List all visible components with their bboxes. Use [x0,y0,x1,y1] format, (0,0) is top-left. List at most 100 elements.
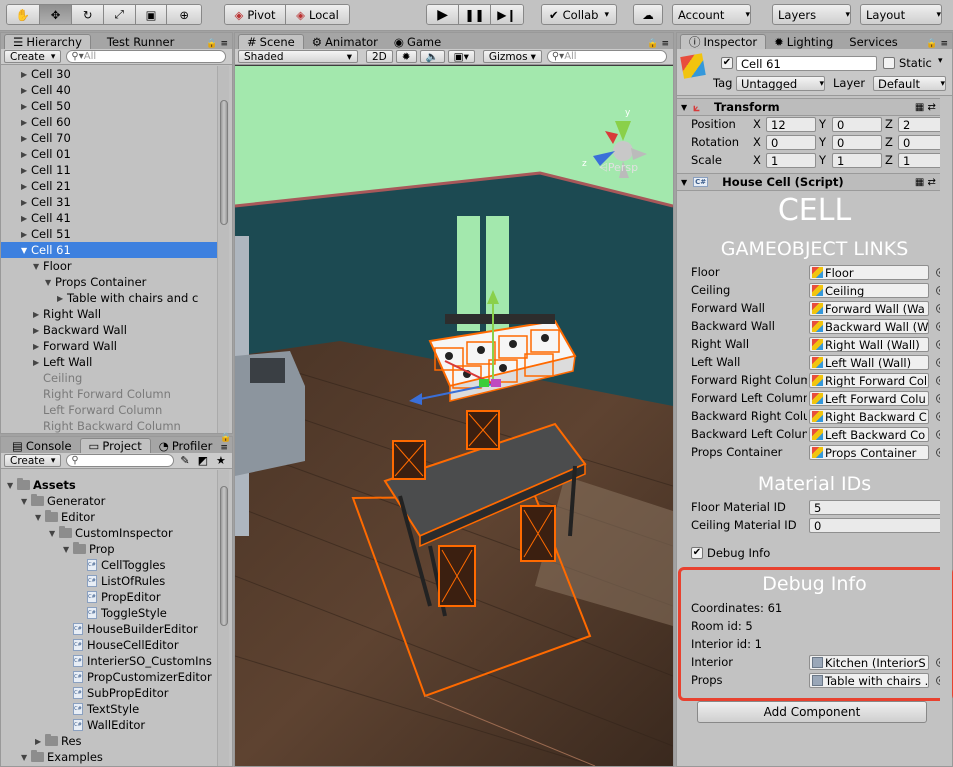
inspector-scrollbar[interactable] [940,96,952,766]
link-object-field[interactable]: Props Container [809,445,929,460]
scale-tool-icon[interactable]: ⤢ [104,5,136,24]
tab-project[interactable]: ▭ Project [79,438,151,453]
static-dropdown-icon[interactable]: ▾ [938,56,943,66]
hierarchy-item[interactable]: ▶ Cell 70 [1,130,217,146]
hierarchy-item[interactable]: ▼ Cell 61 [1,242,217,258]
hand-tool-icon[interactable]: ✋ [7,5,40,24]
transform-y-field[interactable]: 0 [832,135,882,150]
link-object-field[interactable]: Forward Wall (Wa [809,301,929,316]
hierarchy-item[interactable]: ▼ Props Container [1,274,217,290]
collapsed-arrow-icon[interactable]: ▶ [33,326,43,335]
hierarchy-item[interactable]: ▶ Right Wall [1,306,217,322]
collapsed-arrow-icon[interactable]: ▶ [33,310,43,319]
hierarchy-item[interactable]: ▶ Cell 51 [1,226,217,242]
hierarchy-scroll-thumb[interactable] [220,100,228,225]
project-item[interactable]: C# SubPropEditor [1,685,217,701]
link-object-field[interactable]: Right Forward Col [809,373,929,388]
hierarchy-item[interactable]: Right Forward Column [1,386,217,402]
axis-y-label[interactable]: Y [819,153,826,167]
step-icon[interactable]: ▶❙ [490,5,523,24]
tab-console[interactable]: ▤ Console [4,438,80,453]
project-item[interactable]: C# ListOfRules [1,573,217,589]
hierarchy-item[interactable]: Right Backward Column [1,418,217,434]
layers-dropdown[interactable]: Layers [772,4,851,25]
collapsed-arrow-icon[interactable]: ▶ [33,358,43,367]
hierarchy-item[interactable]: ▶ Cell 40 [1,82,217,98]
house-cell-script-header[interactable]: ▼ C# House Cell (Script) ▦ ⇄ ⚙ [677,173,952,191]
project-item[interactable]: C# PropEditor [1,589,217,605]
tab-hierarchy[interactable]: ☰ Hierarchy [4,34,91,49]
play-icon[interactable]: ▶ [427,5,460,24]
perspective-label[interactable]: ⩤Persp [599,161,638,175]
project-create-button[interactable]: Create [4,454,62,467]
hierarchy-scrollbar[interactable] [217,66,229,433]
axis-y-label[interactable]: Y [819,135,826,149]
collapsed-arrow-icon[interactable]: ▶ [57,294,67,303]
collapsed-arrow-icon[interactable]: ▶ [21,166,31,175]
project-item[interactable]: C# InterierSO_CustomIns [1,653,217,669]
hierarchy-item[interactable]: Left Forward Column [1,402,217,418]
tab-services[interactable]: Services [841,34,906,49]
project-item[interactable]: C# TextStyle [1,701,217,717]
hierarchy-item[interactable]: ▶ Table with chairs and c [1,290,217,306]
gizmos-dropdown[interactable]: Gizmos ▾ [482,50,542,63]
axis-y-label[interactable]: Y [819,117,826,131]
project-scroll-thumb[interactable] [220,486,228,626]
collapsed-arrow-icon[interactable]: ▶ [21,70,31,79]
hierarchy-create-button[interactable]: Create [4,50,62,63]
favorite-icon[interactable]: ★ [216,454,226,467]
hierarchy-item[interactable]: ▶ Left Wall [1,354,217,370]
props-object-field[interactable]: Table with chairs . [809,673,929,688]
project-item[interactable]: ▼ CustomInspector [1,525,217,541]
hierarchy-item[interactable]: ▶ Cell 01 [1,146,217,162]
rect-tool-icon[interactable]: ▣ [135,5,168,24]
collapsed-arrow-icon[interactable]: ▶ [21,214,31,223]
transform-x-field[interactable]: 12 [766,117,816,132]
transform-z-field[interactable]: 2 [898,117,945,132]
panel-menu-icon[interactable]: 🔒 ≡ [926,39,948,49]
scene-search-input[interactable]: ⚲▾ All [546,50,667,63]
hierarchy-item[interactable]: ▶ Cell 60 [1,114,217,130]
link-object-field[interactable]: Backward Wall (W [809,319,929,334]
project-item[interactable]: C# ToggleStyle [1,605,217,621]
transform-x-field[interactable]: 0 [766,135,816,150]
object-name-field[interactable]: Cell 61 [736,56,877,71]
link-object-field[interactable]: Floor [809,265,929,280]
tab-inspector[interactable]: ⓘ Inspector [680,34,767,49]
collapsed-arrow-icon[interactable]: ▶ [33,342,43,351]
collapsed-arrow-icon[interactable]: ▶ [21,182,31,191]
lighting-toggle[interactable]: ✹ [395,50,417,63]
layout-dropdown[interactable]: Layout [860,4,942,25]
transform-z-field[interactable]: 1 [898,153,945,168]
hierarchy-item[interactable]: ▶ Cell 11 [1,162,217,178]
project-item[interactable]: C# HouseCellEditor [1,637,217,653]
active-checkbox[interactable]: ✔ [721,57,733,69]
link-object-field[interactable]: Right Wall (Wall) [809,337,929,352]
axis-x-label[interactable]: X [753,135,761,149]
audio-toggle[interactable]: 🔈 [419,50,445,63]
layer-dropdown[interactable]: Default [873,76,946,91]
panel-menu-icon[interactable]: 🔒 ≡ [647,39,669,49]
tab-scene[interactable]: # Scene [238,34,304,49]
project-item[interactable]: ▼ Assets [1,477,217,493]
panel-menu-icon[interactable]: 🔒 ≡ [206,39,228,49]
hierarchy-search-input[interactable]: ⚲▾ All [66,50,227,63]
panel-menu-icon[interactable]: 🔒 ≡ [220,433,231,453]
expanded-arrow-icon[interactable]: ▼ [35,513,45,522]
link-object-field[interactable]: Left Backward Co [809,427,929,442]
interior-object-field[interactable]: Kitchen (InteriorS [809,655,929,670]
axis-x-label[interactable]: X [753,153,761,167]
tab-game[interactable]: ◉ Game [386,34,449,49]
cloud-button[interactable]: ☁ [633,4,663,25]
static-checkbox[interactable] [883,57,895,69]
expanded-arrow-icon[interactable]: ▼ [21,246,31,255]
project-item[interactable]: ▼ Editor [1,509,217,525]
hierarchy-item[interactable]: ▶ Backward Wall [1,322,217,338]
tab-lighting[interactable]: ✹ Lighting [766,34,841,49]
collapsed-arrow-icon[interactable]: ▶ [21,198,31,207]
ceiling-material-field[interactable]: 0 [809,518,947,533]
effects-dropdown[interactable]: ▣▾ [447,50,475,63]
project-item[interactable]: ▼ Prop [1,541,217,557]
floor-material-field[interactable]: 5 [809,500,947,515]
local-button[interactable]: ◈ Local [286,5,349,24]
